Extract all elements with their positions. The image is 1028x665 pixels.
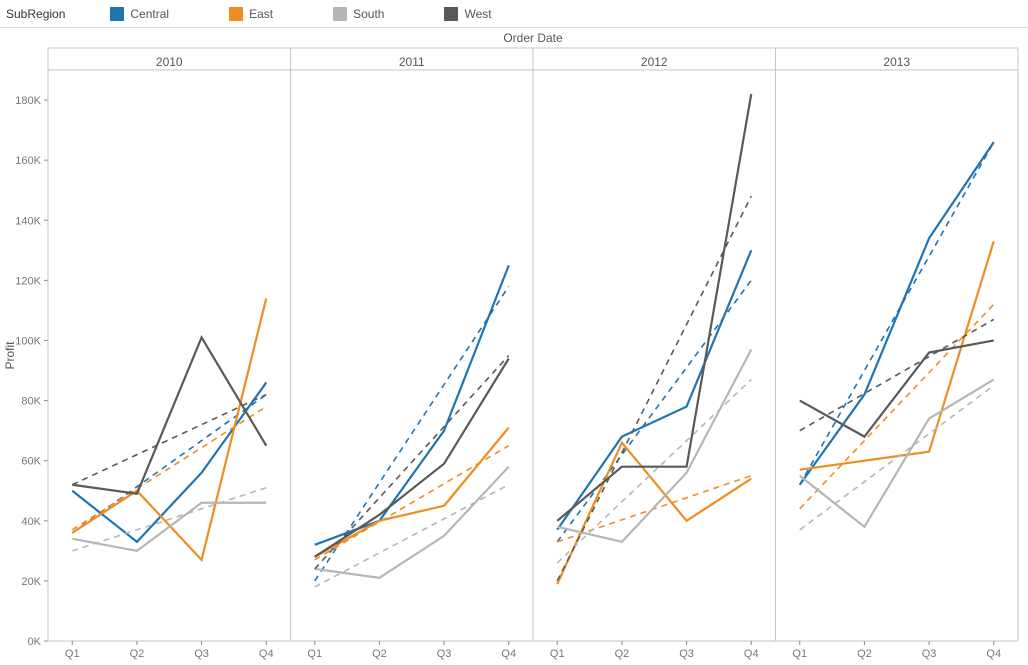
- svg-text:Q1: Q1: [550, 648, 565, 660]
- legend-label: West: [464, 7, 491, 21]
- svg-text:100K: 100K: [15, 335, 41, 347]
- svg-text:Q2: Q2: [130, 648, 145, 660]
- svg-text:2013: 2013: [883, 55, 910, 69]
- legend-item-west[interactable]: West: [444, 7, 491, 21]
- legend-swatch: [110, 7, 124, 21]
- svg-text:Q4: Q4: [986, 648, 1001, 660]
- legend-swatch: [229, 7, 243, 21]
- svg-text:Q3: Q3: [194, 648, 209, 660]
- svg-text:2012: 2012: [641, 55, 668, 69]
- svg-text:160K: 160K: [15, 155, 41, 167]
- svg-text:Q4: Q4: [501, 648, 516, 660]
- svg-text:Q2: Q2: [615, 648, 630, 660]
- svg-text:Q3: Q3: [437, 648, 452, 660]
- svg-text:Order Date: Order Date: [503, 31, 563, 45]
- legend-bar: SubRegion Central East South West: [0, 0, 1028, 28]
- svg-text:Q1: Q1: [792, 648, 807, 660]
- legend-swatch: [333, 7, 347, 21]
- legend-label: Central: [130, 7, 169, 21]
- facet-chart: 0K 20K 40K 60K 80K 100K 120K 140K 160K 180K Profit…: [0, 28, 1028, 665]
- legend-item-south[interactable]: South: [333, 7, 384, 21]
- legend-label: South: [353, 7, 384, 21]
- legend-title: SubRegion: [6, 7, 65, 21]
- svg-text:Q1: Q1: [307, 648, 322, 660]
- legend-swatch: [444, 7, 458, 21]
- svg-text:Q4: Q4: [259, 648, 274, 660]
- legend-label: East: [249, 7, 273, 21]
- svg-text:Profit: Profit: [3, 341, 17, 370]
- svg-text:Q2: Q2: [372, 648, 387, 660]
- svg-text:140K: 140K: [15, 215, 41, 227]
- svg-text:180K: 180K: [15, 95, 41, 107]
- svg-text:Q2: Q2: [857, 648, 872, 660]
- svg-text:40K: 40K: [21, 516, 41, 528]
- svg-text:80K: 80K: [21, 396, 41, 408]
- svg-text:2010: 2010: [156, 55, 183, 69]
- svg-text:60K: 60K: [21, 456, 41, 468]
- svg-text:0K: 0K: [28, 636, 42, 648]
- svg-text:120K: 120K: [15, 275, 41, 287]
- svg-text:2011: 2011: [399, 55, 425, 69]
- chart-area: 0K 20K 40K 60K 80K 100K 120K 140K 160K 180K Profit…: [0, 28, 1028, 665]
- legend-item-central[interactable]: Central: [110, 7, 169, 21]
- svg-text:Q1: Q1: [65, 648, 80, 660]
- svg-text:Q3: Q3: [679, 648, 694, 660]
- svg-text:20K: 20K: [21, 576, 41, 588]
- legend-item-east[interactable]: East: [229, 7, 273, 21]
- svg-text:Q3: Q3: [922, 648, 937, 660]
- svg-text:Q4: Q4: [744, 648, 759, 660]
